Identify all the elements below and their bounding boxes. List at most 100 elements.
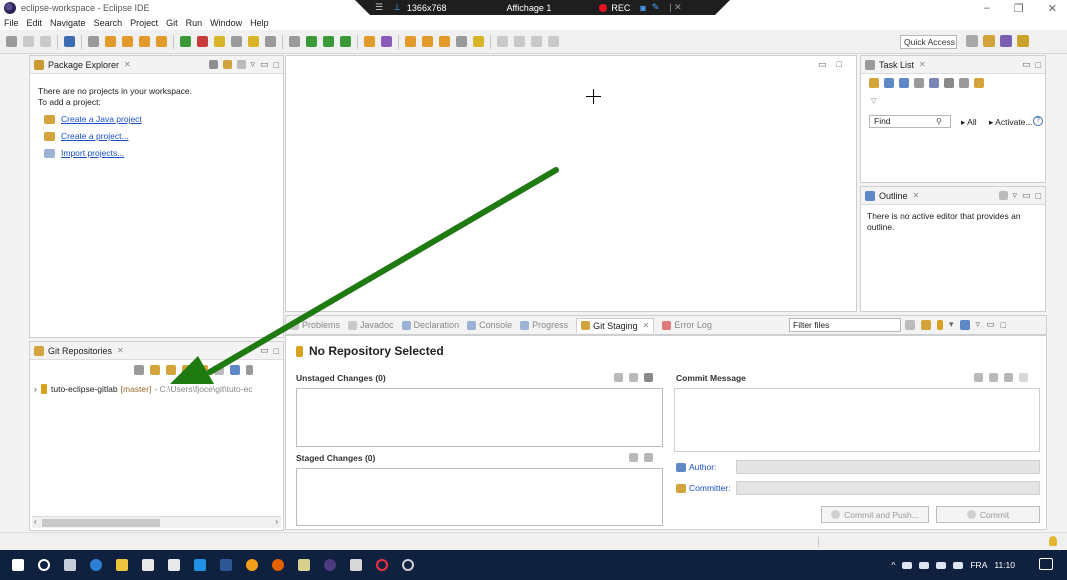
open-type-icon[interactable] [214,36,225,47]
scheduled-icon[interactable] [899,78,909,88]
run-coverage-icon[interactable] [323,36,334,47]
menu-navigate[interactable]: Navigate [50,18,86,28]
tab-problems[interactable]: Problems [290,320,340,330]
clone-repository-icon[interactable] [182,365,192,375]
clock[interactable]: 11:10 [994,560,1015,570]
git-commit-icon[interactable] [156,36,167,47]
pen-icon[interactable]: ✎ [652,2,660,13]
scrollbar-thumb[interactable] [42,519,160,527]
quick-access-input[interactable]: Quick Access [900,35,957,49]
external-tools-icon[interactable] [340,36,351,47]
collapse-all-icon[interactable] [134,365,144,375]
focus-workweek-icon[interactable] [914,78,924,88]
task-list-tab[interactable]: Task List [879,60,914,70]
dropdown-icon[interactable]: ▾ [949,319,954,330]
categorized-icon[interactable] [884,78,894,88]
maximize-icon[interactable]: □ [274,346,279,356]
git-repositories-tab[interactable]: Git Repositories [48,346,112,356]
tab-error-log[interactable]: Error Log [662,320,712,330]
firefox-icon[interactable] [272,559,284,571]
repository-icon[interactable] [974,78,984,88]
focus-icon[interactable] [998,191,1008,200]
file-explorer-icon[interactable] [116,559,128,571]
author-field[interactable] [736,460,1040,474]
create-project-text[interactable]: Create a project... [61,131,129,141]
stage-all-icon[interactable] [629,373,638,382]
stage-selected-icon[interactable] [614,373,623,382]
minimize-icon[interactable]: ▭ [986,319,995,330]
network-icon[interactable] [919,561,930,569]
tray-expand-icon[interactable]: ^ [891,560,895,570]
new-task-icon[interactable] [869,78,879,88]
run-icon[interactable] [306,36,317,47]
scroll-left-icon[interactable]: ‹ [34,517,37,526]
git-push-icon[interactable] [122,36,133,47]
activate-link[interactable]: ▸ Activate... [989,117,1033,128]
commit-and-push-button[interactable]: Commit and Push... [821,506,929,523]
edit-icon[interactable] [456,36,467,47]
recorder-taskbar-icon[interactable] [376,559,388,571]
recorder-close-icon[interactable]: | ✕ [669,2,681,13]
store-icon[interactable] [142,559,154,571]
toggle-mark-icon[interactable] [473,36,484,47]
notepad-icon[interactable] [298,559,310,571]
editor-area[interactable]: ▭□ [285,55,857,312]
create-project-link[interactable]: Create a project... [44,131,129,141]
recorder-menu-icon[interactable]: ☰ [375,2,383,13]
import-projects-text[interactable]: Import projects... [61,148,124,158]
close-window-icon[interactable]: ✕ [1048,2,1057,15]
git-pull-icon[interactable] [105,36,116,47]
terminal-icon[interactable] [64,36,75,47]
debug-icon[interactable] [289,36,300,47]
link-with-editor-icon[interactable] [222,60,232,69]
add-repository-icon[interactable] [166,365,176,375]
search-icon[interactable]: ⚲ [936,116,942,127]
new-java-package-icon[interactable] [180,36,191,47]
search-icon[interactable] [38,559,50,571]
chrome-icon[interactable] [246,559,258,571]
mail-icon[interactable] [168,559,180,571]
menu-edit[interactable]: Edit [27,18,43,28]
notification-icon[interactable] [1039,558,1053,570]
sign-off-icon[interactable] [989,373,998,382]
view-menu-icon[interactable]: ▿ [1013,190,1018,201]
task-view-icon[interactable] [64,559,76,571]
debug-perspective-icon[interactable] [1000,35,1012,47]
unstage-selected-icon[interactable] [629,453,638,462]
task-find-input[interactable]: Find ⚲ [869,115,951,128]
maximize-icon[interactable]: □ [1036,191,1041,201]
skype-icon[interactable] [194,559,206,571]
menu-git[interactable]: Git [166,18,178,28]
git-fetch-icon[interactable] [139,36,150,47]
menu-run[interactable]: Run [186,18,203,28]
more-options-icon[interactable] [1019,373,1028,382]
collapse-all-icon[interactable] [208,60,218,69]
java-perspective-icon[interactable] [983,35,995,47]
menu-window[interactable]: Window [210,18,242,28]
unstaged-changes-list[interactable] [296,388,663,447]
task-list-menu-icon[interactable]: ▽ [871,97,876,105]
recorder-display[interactable]: Affichage 1 [506,3,551,13]
close-tab-icon[interactable]: ✕ [117,346,124,355]
unstage-all-icon[interactable] [644,453,653,462]
minimize-window-icon[interactable]: – [984,2,990,14]
commit-button[interactable]: Commit [936,506,1040,523]
close-tab-icon[interactable]: ✕ [913,191,920,200]
all-filter-link[interactable]: ▸ All [961,117,977,128]
recorder-rec-label[interactable]: REC [611,3,630,13]
close-tab-icon[interactable]: ✕ [919,60,926,69]
camera-icon[interactable]: ◙ [640,3,645,13]
sync-icon[interactable] [944,78,954,88]
change-id-icon[interactable] [1004,373,1013,382]
git-perspective-icon[interactable] [1017,35,1029,47]
collapse-tasks-icon[interactable] [959,78,969,88]
save-all-icon[interactable] [40,36,51,47]
menu-search[interactable]: Search [94,18,123,28]
tab-progress[interactable]: Progress [520,320,568,330]
editor-area-controls[interactable]: ▭□ [818,59,852,70]
amend-icon[interactable] [974,373,983,382]
link-with-selection-icon[interactable] [150,365,160,375]
maximize-icon[interactable]: □ [274,60,279,70]
minimize-icon[interactable]: ▭ [1022,190,1031,201]
minimize-icon[interactable]: ▭ [260,345,269,356]
